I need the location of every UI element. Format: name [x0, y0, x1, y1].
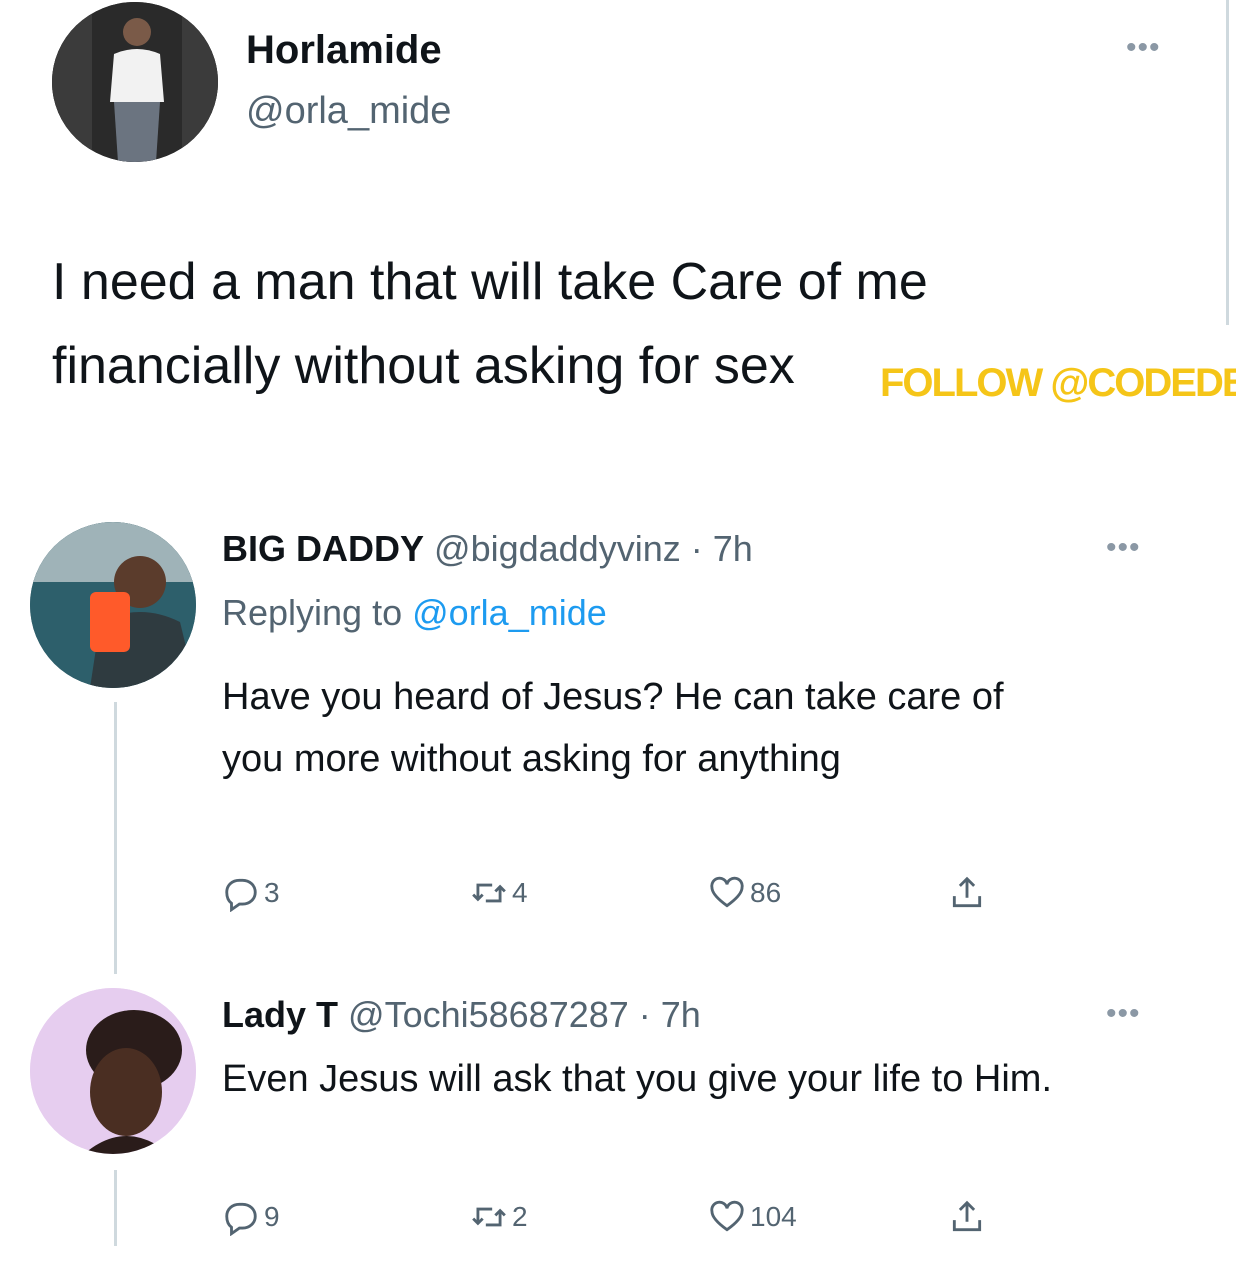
- reply-header: Lady T @Tochi58687287 · 7h: [222, 994, 701, 1036]
- display-name[interactable]: Lady T: [222, 994, 338, 1035]
- tweet-text: Even Jesus will ask that you give your l…: [222, 1058, 1053, 1100]
- share-icon: [952, 876, 982, 908]
- display-name[interactable]: BIG DADDY: [222, 528, 424, 569]
- handle-time[interactable]: @bigdaddyvinz · 7h: [434, 528, 753, 569]
- like-count: 104: [750, 1201, 797, 1232]
- more-options-icon[interactable]: •••: [1106, 533, 1141, 563]
- retweet-icon: [472, 1207, 506, 1227]
- avatar[interactable]: [30, 988, 196, 1154]
- tweet-text: Have you heard of Jesus? He can take car…: [222, 676, 1004, 780]
- share-icon: [952, 1200, 982, 1232]
- reply-header: BIG DADDY @bigdaddyvinz · 7h: [222, 528, 753, 570]
- reply-action[interactable]: 9: [222, 1198, 280, 1236]
- watermark: FOLLOW @CODEDB: [880, 361, 1236, 406]
- retweet-action[interactable]: 2: [470, 1198, 528, 1236]
- thread-line: [114, 702, 117, 974]
- retweet-count: 2: [512, 1201, 528, 1232]
- replying-prefix: Replying to: [222, 592, 403, 633]
- column-divider: [1226, 0, 1229, 325]
- reply-count: 3: [264, 877, 280, 908]
- reply-icon: [225, 1202, 257, 1236]
- retweet-icon: [472, 883, 506, 903]
- more-options-icon[interactable]: •••: [1106, 999, 1141, 1029]
- more-options-icon[interactable]: •••: [1126, 33, 1161, 63]
- retweet-action[interactable]: 4: [470, 874, 528, 912]
- display-name[interactable]: Horlamide: [246, 28, 442, 73]
- thread-line: [114, 1170, 117, 1246]
- reply-count: 9: [264, 1201, 280, 1232]
- user-handle[interactable]: @orla_mide: [246, 90, 451, 133]
- share-action[interactable]: [948, 874, 986, 912]
- retweet-count: 4: [512, 877, 528, 908]
- share-action[interactable]: [948, 1198, 986, 1236]
- avatar[interactable]: [52, 2, 218, 162]
- replying-to: Replying to @orla_mide: [222, 592, 607, 634]
- reply-icon: [225, 878, 257, 912]
- reply-action[interactable]: 3: [222, 874, 280, 912]
- heart-icon: [710, 1200, 744, 1232]
- like-action[interactable]: 86: [708, 874, 781, 912]
- handle-time[interactable]: @Tochi58687287 · 7h: [348, 994, 701, 1035]
- avatar[interactable]: [30, 522, 196, 688]
- heart-icon: [710, 876, 744, 908]
- replying-handle[interactable]: @orla_mide: [412, 592, 607, 633]
- like-count: 86: [750, 877, 782, 908]
- like-action[interactable]: 104: [708, 1198, 797, 1236]
